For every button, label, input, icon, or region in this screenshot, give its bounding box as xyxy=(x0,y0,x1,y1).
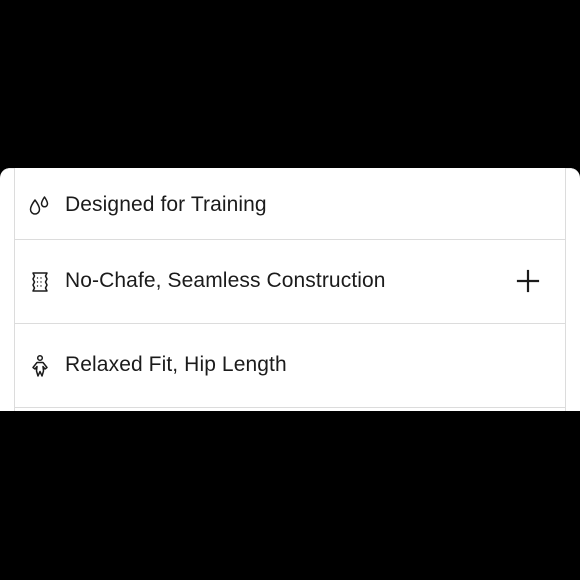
person-fit-icon xyxy=(28,354,52,378)
letterbox-top xyxy=(0,0,580,168)
letterbox-bottom xyxy=(0,411,580,580)
feature-row-designed-for-training[interactable]: Designed for Training xyxy=(15,168,565,240)
feature-label: Relaxed Fit, Hip Length xyxy=(65,353,287,376)
droplets-icon xyxy=(28,194,52,218)
product-details-screen: Designed for Training No-Chafe, Seamless… xyxy=(0,168,580,411)
feature-label: No-Chafe, Seamless Construction xyxy=(65,269,386,292)
feature-label: Designed for Training xyxy=(65,193,267,216)
fabric-swatch-icon xyxy=(28,270,52,294)
feature-list: Designed for Training No-Chafe, Seamless… xyxy=(14,168,566,411)
plus-icon[interactable] xyxy=(515,268,541,294)
feature-row-relaxed-fit[interactable]: Relaxed Fit, Hip Length xyxy=(15,324,565,408)
feature-row-no-chafe[interactable]: No-Chafe, Seamless Construction xyxy=(15,240,565,324)
